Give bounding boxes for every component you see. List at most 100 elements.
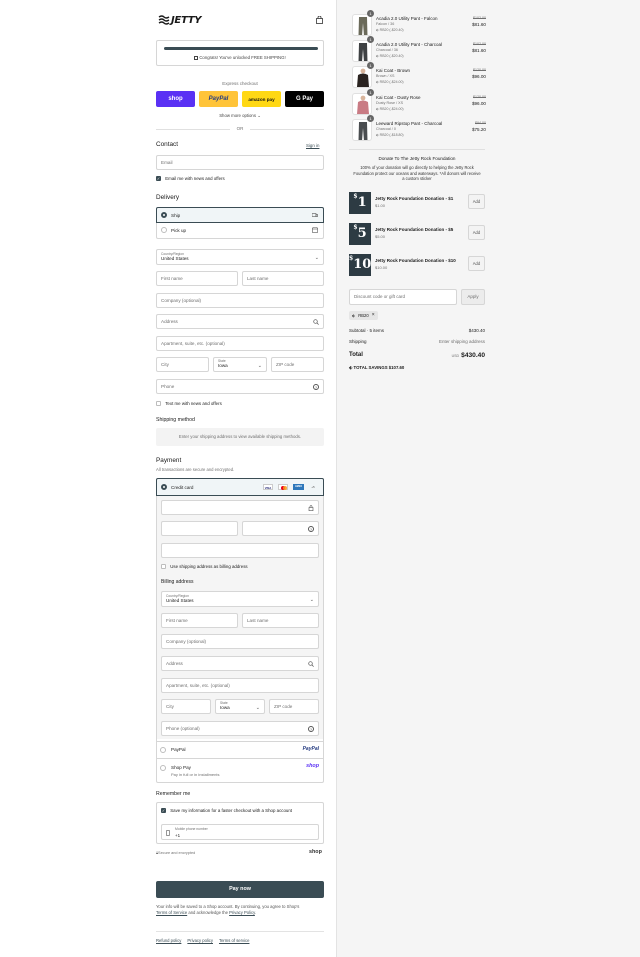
billing-address-field[interactable]: Address: [161, 656, 319, 671]
show-more-options[interactable]: Show more options ⌄: [156, 113, 324, 119]
credit-card-radio[interactable]: [161, 484, 167, 490]
use-shipping-checkbox-row[interactable]: Use shipping address as billing address: [161, 564, 248, 570]
company-field[interactable]: Company (optional): [156, 293, 324, 308]
name-on-card-field[interactable]: [161, 543, 319, 558]
billing-first-name-field[interactable]: First name: [161, 613, 238, 628]
privacy-policy-link[interactable]: Privacy policy: [187, 938, 213, 943]
privacy-link[interactable]: Privacy Policy: [229, 910, 255, 915]
product-thumbnail: [352, 93, 372, 115]
currency-code: USD: [451, 354, 460, 358]
legal-text-1: Your info will be saved to a Shop accoun…: [156, 904, 300, 909]
brand-logo[interactable]: JETTY: [158, 14, 201, 26]
remove-code-icon[interactable]: ×: [372, 311, 375, 320]
text-me-checkbox[interactable]: [156, 401, 161, 407]
amex-icon: AMEX: [293, 484, 304, 490]
use-shipping-checkbox[interactable]: [161, 564, 166, 570]
terms-of-service-link[interactable]: Terms of service: [219, 938, 249, 943]
terms-link[interactable]: Terms of Service: [156, 910, 187, 915]
city-field[interactable]: City: [156, 357, 209, 372]
express-checkout-title: Express checkout: [222, 81, 258, 86]
apartment-field[interactable]: Apartment, suite, etc. (optional): [156, 336, 324, 351]
wave-logo-icon: [158, 15, 170, 25]
billing-phone-field[interactable]: Phone (optional) ?: [161, 721, 319, 736]
phone-field[interactable]: Phone ?: [156, 379, 324, 394]
billing-company-field[interactable]: Company (optional): [161, 634, 319, 649]
shoppay-radio[interactable]: [160, 765, 166, 771]
billing-apartment-field[interactable]: Apartment, suite, etc. (optional): [161, 678, 319, 693]
help-icon[interactable]: ?: [308, 526, 314, 532]
billing-last-name-field[interactable]: Last name: [242, 613, 319, 628]
product-discount: ⬖ RB20 (-$18.80): [376, 133, 404, 137]
add-donation-button[interactable]: Add: [468, 225, 485, 240]
billing-address-placeholder: Address: [166, 661, 183, 666]
country-select[interactable]: Country/Region United States ⌄: [156, 249, 324, 265]
shoppay-option[interactable]: Shop Pay Pay in full or in installments …: [157, 758, 323, 782]
product-name: Kai Coat - Dusty Rose: [376, 95, 421, 100]
zip-field[interactable]: ZIP code: [271, 357, 324, 372]
quantity-badge: 1: [367, 89, 374, 96]
donation-item: $1 Jetty Rock Foundation Donation - $1 $1.…: [349, 192, 485, 216]
card-number-field[interactable]: [161, 500, 319, 515]
sign-in-link[interactable]: Sign in: [306, 143, 319, 148]
text-me-checkbox-row[interactable]: Text me with news and offers: [156, 401, 222, 407]
pickup-radio[interactable]: [161, 227, 167, 233]
email-news-checkbox[interactable]: ✓: [156, 176, 161, 182]
product-variant: Charcoal / 36: [376, 48, 398, 52]
savings-label: TOTAL SAVINGS: [353, 365, 388, 370]
discount-field[interactable]: Discount code or gift card: [349, 289, 457, 305]
express-button-3[interactable]: G Pay: [285, 91, 324, 107]
email-news-checkbox-row[interactable]: ✓ Email me with news and offers: [156, 176, 225, 182]
first-name-field[interactable]: First name: [156, 271, 238, 286]
help-icon[interactable]: ?: [313, 384, 319, 390]
original-price: $94.00: [475, 121, 486, 125]
ship-radio[interactable]: [161, 212, 167, 218]
chevron-down-icon: ⌄: [255, 705, 260, 711]
donation-price: $1.00: [375, 203, 386, 208]
product-thumbnail: [352, 119, 372, 141]
express-button-0[interactable]: shop: [156, 91, 195, 107]
address-field[interactable]: Address: [156, 314, 324, 329]
delivery-option-pickup[interactable]: Pick up: [156, 223, 324, 239]
paypal-option[interactable]: PayPal PayPal: [157, 741, 323, 758]
discount-code-tag: ⬖ RB20 ×: [349, 311, 378, 320]
last-name-field[interactable]: Last name: [242, 271, 324, 286]
donation-amount: 10: [353, 257, 372, 272]
credit-card-option[interactable]: Credit card VISA AMEX +5: [156, 478, 324, 496]
delivery-option-ship[interactable]: Ship: [156, 207, 324, 223]
state-select[interactable]: State Iowa ⌄: [213, 357, 267, 372]
total-row: Total USD $430.40: [349, 352, 485, 359]
pay-now-button[interactable]: Pay now: [156, 881, 324, 898]
save-info-checkbox-row[interactable]: ✓ Save my information for a faster check…: [161, 808, 292, 814]
quantity-badge: 1: [367, 10, 374, 17]
add-donation-button[interactable]: Add: [468, 194, 485, 209]
delivery-heading: Delivery: [156, 194, 180, 201]
product-discount: ⬖ RB20 (-$20.40): [376, 54, 404, 58]
country-value: United States: [161, 256, 189, 261]
express-button-1[interactable]: PayPal: [199, 91, 238, 107]
express-button-label: PayPal: [208, 96, 229, 102]
donation-amount: 5: [357, 226, 367, 241]
expiration-field[interactable]: [161, 521, 238, 536]
payment-heading: Payment: [156, 457, 182, 464]
billing-country-select[interactable]: Country/Region United States ⌄: [161, 591, 319, 607]
refund-policy-link[interactable]: Refund policy: [156, 938, 181, 943]
paypal-radio[interactable]: [160, 747, 166, 753]
save-info-checkbox[interactable]: ✓: [161, 808, 166, 814]
billing-city-field[interactable]: City: [161, 699, 211, 714]
add-donation-button[interactable]: Add: [468, 256, 485, 271]
email-field[interactable]: Email: [156, 155, 324, 170]
apply-button[interactable]: Apply: [461, 289, 485, 305]
security-code-field[interactable]: ?: [242, 521, 319, 536]
legal-end: .: [254, 910, 257, 915]
donation-tile: $10: [349, 254, 371, 276]
billing-zip-field[interactable]: ZIP code: [269, 699, 319, 714]
shopping-bag-icon[interactable]: [316, 16, 323, 24]
mobile-phone-field[interactable]: Mobile phone number +1: [161, 824, 319, 840]
mobile-phone-value: +1: [175, 833, 181, 838]
billing-state-select[interactable]: State Iowa ⌄: [215, 699, 265, 714]
brand-name: JETTY: [171, 14, 202, 26]
help-icon[interactable]: ?: [308, 726, 314, 732]
truck-icon: [312, 213, 318, 217]
express-button-2[interactable]: amazon pay: [242, 91, 281, 107]
contact-heading: Contact: [156, 141, 179, 148]
